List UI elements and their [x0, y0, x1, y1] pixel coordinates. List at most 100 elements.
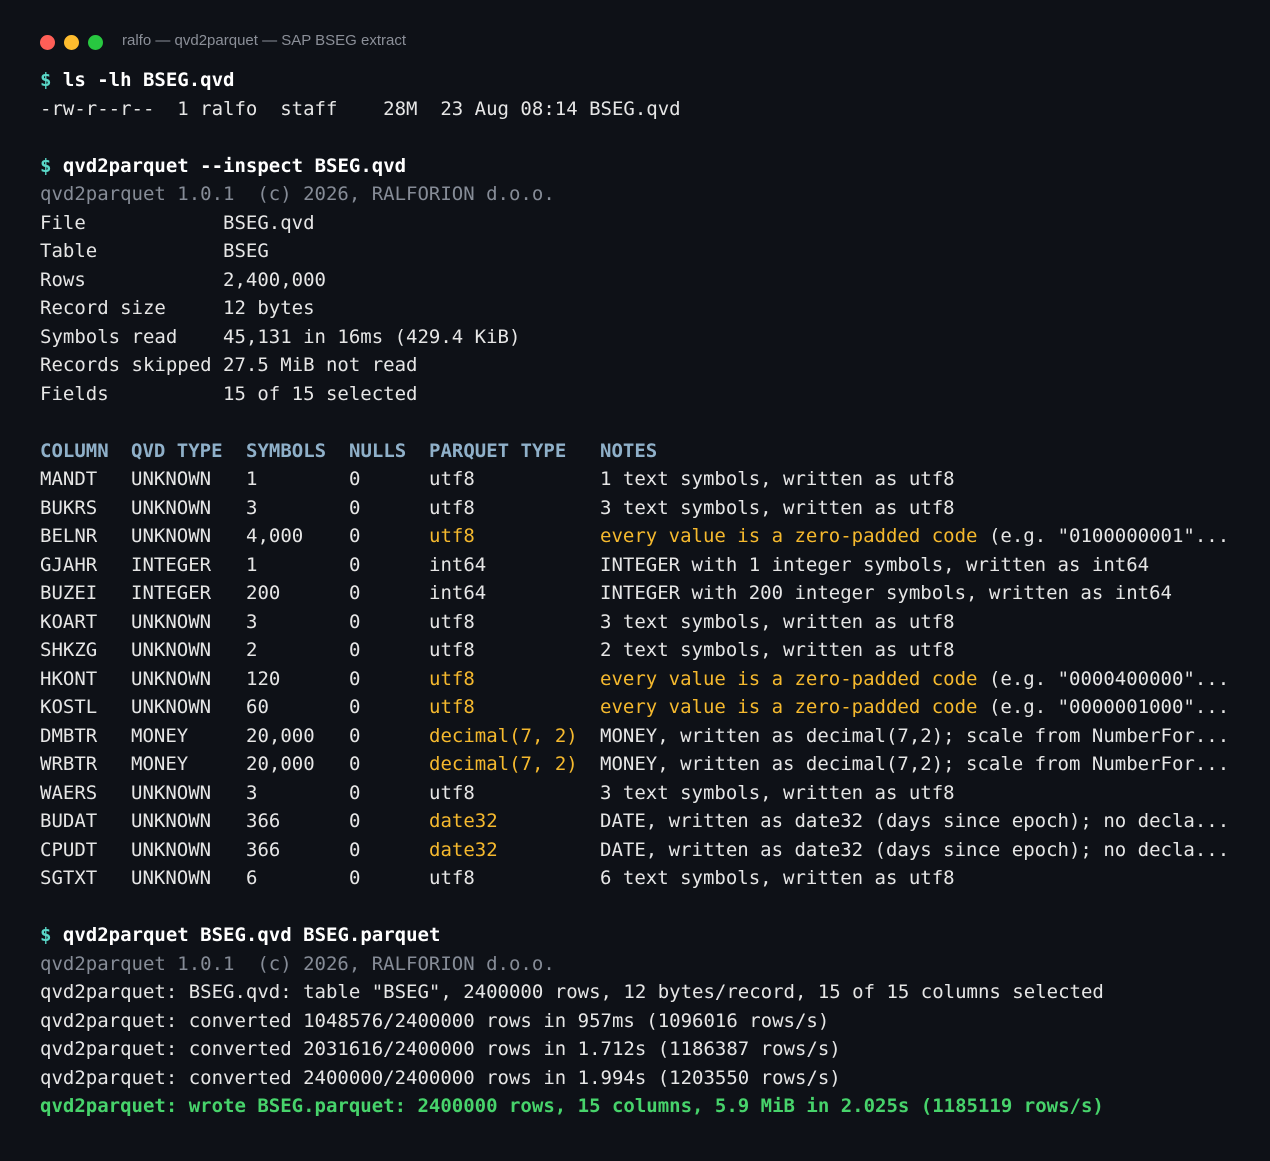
header-notes: NOTES [600, 439, 658, 462]
cell-column: WRBTR [40, 753, 98, 775]
cell-column: BUDAT [40, 810, 98, 832]
note-text: DATE, written as date32 (days since epoc… [600, 838, 1230, 861]
cell-symbols: 366 [246, 810, 281, 832]
cell-notes: INTEGER with 200 integer symbols, writte… [600, 582, 1172, 604]
cell-column: DMBTR [40, 724, 98, 747]
cell-nulls: 0 [349, 781, 361, 804]
table-row: KOSTL UNKNOWN 60 0 utf8 every value is a zero… [40, 693, 1260, 722]
minimize-window-button[interactable] [64, 35, 79, 50]
cell-notes: every value is a zero-padded code (e.g. … [600, 668, 1229, 690]
header-qvd-type: QVD TYPE [131, 439, 223, 462]
cell-symbols: 20,000 [246, 753, 315, 775]
table-header: COLUMN QVD TYPE SYMBOLS NULLS PARQUET TYPE NO… [40, 437, 1260, 466]
cell-qvd-type: INTEGER [131, 553, 212, 576]
cell-column: GJAHR [40, 553, 98, 576]
prompt-symbol: $ [40, 924, 52, 946]
info-row: File BSEG.qvd [40, 209, 1260, 238]
command-text: ls -lh BSEG.qvd [62, 69, 235, 91]
cell-column: BUKRS [40, 496, 98, 519]
cell-nulls: 0 [349, 525, 361, 547]
cell-notes: every value is a zero-padded code (e.g. … [600, 525, 1229, 547]
info-value: 12 bytes [223, 297, 315, 319]
note-text: 3 text symbols, written as utf8 [600, 496, 955, 519]
cell-column: KOSTL [40, 696, 98, 718]
cell-parquet-type: utf8 [429, 496, 475, 519]
cell-parquet-type: int64 [429, 553, 487, 576]
info-value: 27.5 MiB not read [223, 354, 418, 376]
version-banner: qvd2parquet 1.0.1 (c) 2026, RALFORION d.… [40, 183, 555, 205]
cell-column: CPUDT [40, 838, 98, 861]
cell-parquet-type: utf8 [429, 667, 475, 690]
info-key: File [40, 211, 86, 234]
zoom-window-button[interactable] [88, 35, 103, 50]
cell-notes: 3 text symbols, written as utf8 [600, 497, 955, 519]
log-line: qvd2parquet: BSEG.qvd: table "BSEG", 240… [40, 981, 1104, 1003]
cell-qvd-type: UNKNOWN [131, 667, 212, 690]
cell-qvd-type: MONEY [131, 724, 189, 747]
note-text: (e.g. "0000400000"... [977, 667, 1230, 690]
cell-symbols: 3 [246, 781, 258, 804]
prompt-symbol: $ [40, 154, 52, 177]
command-line-convert: $ qvd2parquet BSEG.qvd BSEG.parquet [40, 921, 1260, 950]
cell-column: WAERS [40, 781, 98, 804]
log-line: qvd2parquet: converted 1048576/2400000 r… [40, 1009, 830, 1032]
info-row: Symbols read 45,131 in 16ms (429.4 KiB) [40, 323, 1260, 352]
note-text: INTEGER with 1 integer symbols, written … [600, 553, 1150, 576]
window-titlebar: ralfo — qvd2parquet — SAP BSEG extract [0, 28, 1270, 56]
cell-parquet-type: utf8 [429, 525, 475, 547]
columns-table: MANDT UNKNOWN 1 0 utf8 1 text symbols, writte… [40, 465, 1260, 893]
cell-nulls: 0 [349, 610, 361, 633]
cell-nulls: 0 [349, 753, 361, 775]
info-key: Symbols read [40, 325, 178, 348]
cell-notes: every value is a zero-padded code (e.g. … [600, 696, 1229, 718]
cell-symbols: 3 [246, 496, 258, 519]
table-row: GJAHR INTEGER 1 0 int64 INTEGER with 1 intege… [40, 551, 1260, 580]
table-row: DMBTR MONEY 20,000 0 decimal(7, 2) MONEY, wri… [40, 722, 1260, 751]
cell-notes: 3 text symbols, written as utf8 [600, 611, 955, 633]
note-text: 3 text symbols, written as utf8 [600, 781, 955, 804]
cell-parquet-type: date32 [429, 810, 498, 832]
cell-column: KOART [40, 610, 98, 633]
cell-parquet-type: utf8 [429, 781, 475, 804]
table-row: MANDT UNKNOWN 1 0 utf8 1 text symbols, writte… [40, 465, 1260, 494]
cell-notes: MONEY, written as decimal(7,2); scale fr… [600, 725, 1229, 747]
note-text: DATE, written as date32 (days since epoc… [600, 810, 1230, 832]
cell-nulls: 0 [349, 667, 361, 690]
info-row: Rows 2,400,000 [40, 266, 1260, 295]
command-line-ls: $ ls -lh BSEG.qvd [40, 66, 1260, 95]
note-text: MONEY, written as decimal(7,2); scale fr… [600, 753, 1230, 775]
cell-parquet-type: utf8 [429, 639, 475, 661]
cell-column: SHKZG [40, 639, 98, 661]
close-window-button[interactable] [40, 35, 55, 50]
cell-qvd-type: UNKNOWN [131, 838, 212, 861]
cell-notes: 2 text symbols, written as utf8 [600, 639, 955, 661]
cell-symbols: 20,000 [246, 724, 315, 747]
cell-qvd-type: UNKNOWN [131, 639, 212, 661]
cell-qvd-type: UNKNOWN [131, 810, 212, 832]
info-row: Fields 15 of 15 selected [40, 380, 1260, 409]
cell-nulls: 0 [349, 468, 361, 490]
note-text: 3 text symbols, written as utf8 [600, 610, 955, 633]
cell-nulls: 0 [349, 810, 361, 832]
cell-qvd-type: UNKNOWN [131, 867, 212, 889]
command-text: qvd2parquet BSEG.qvd BSEG.parquet [62, 924, 441, 946]
cell-symbols: 2 [246, 639, 258, 661]
cell-symbols: 6 [246, 867, 258, 889]
cell-parquet-type: decimal(7, 2) [429, 753, 578, 775]
cell-column: BELNR [40, 525, 98, 547]
cell-symbols: 1 [246, 553, 258, 576]
note-highlight: every value is a zero-padded code [600, 525, 978, 547]
cell-parquet-type: utf8 [429, 610, 475, 633]
table-row: BUKRS UNKNOWN 3 0 utf8 3 text symbols, writte… [40, 494, 1260, 523]
cell-symbols: 4,000 [246, 525, 304, 547]
cell-qvd-type: MONEY [131, 753, 189, 775]
note-text: INTEGER with 200 integer symbols, writte… [600, 582, 1172, 604]
terminal-output[interactable]: $ ls -lh BSEG.qvd -rw-r--r-- 1 ralfo sta… [40, 66, 1260, 1121]
table-row: WRBTR MONEY 20,000 0 decimal(7, 2) MONEY, wri… [40, 750, 1260, 779]
cell-nulls: 0 [349, 724, 361, 747]
convert-log: qvd2parquet: BSEG.qvd: table "BSEG", 240… [40, 978, 1260, 1092]
table-row: SGTXT UNKNOWN 6 0 utf8 6 text symbols, writte… [40, 864, 1260, 893]
cell-nulls: 0 [349, 582, 361, 604]
